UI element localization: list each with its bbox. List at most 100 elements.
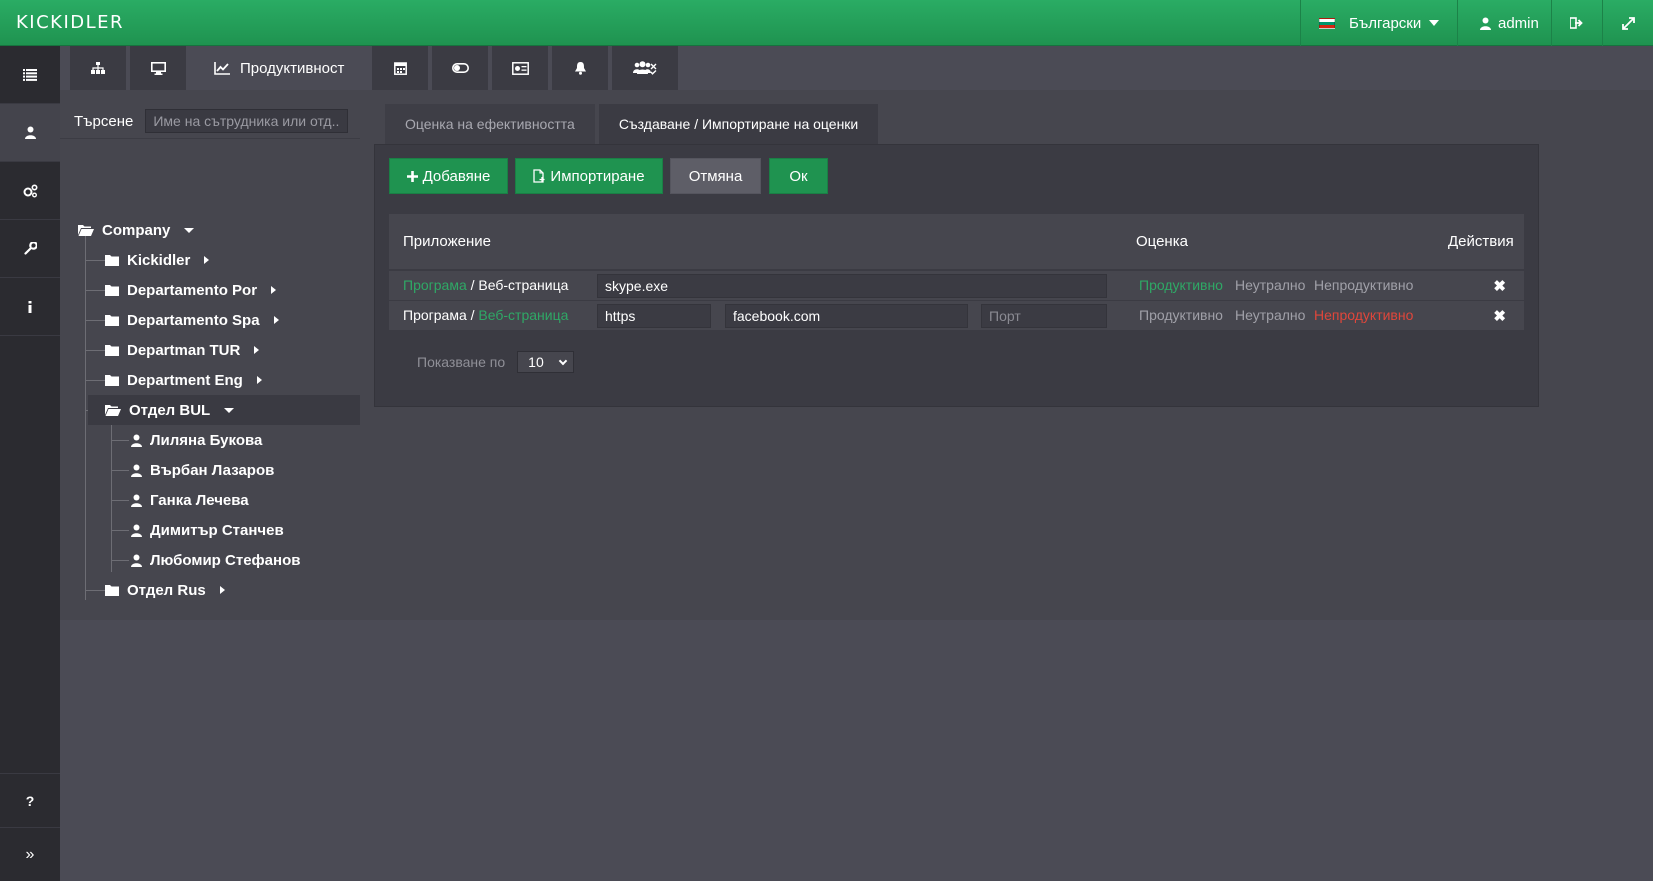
tree-node-department[interactable]: Departamento Spa — [105, 305, 279, 335]
user-menu[interactable]: admin — [1457, 0, 1551, 46]
type-program-option[interactable]: Програма — [403, 277, 467, 293]
tree-line — [111, 401, 112, 572]
fullscreen-button[interactable] — [1602, 0, 1653, 46]
delete-row-icon[interactable]: ✖ — [1493, 277, 1506, 295]
tree-line — [85, 320, 105, 321]
add-button[interactable]: Добавяне — [389, 158, 508, 194]
rating-neutral[interactable]: Неутрално — [1235, 307, 1305, 323]
import-button[interactable]: Импортиране — [515, 158, 663, 194]
ok-button[interactable]: Ок — [769, 158, 828, 194]
logo[interactable]: KICKIDLER — [16, 12, 124, 33]
users-check-icon — [633, 61, 657, 75]
caret-down-icon — [184, 227, 195, 233]
col-actions: Действия — [1448, 233, 1514, 250]
program-name-input[interactable] — [597, 274, 1107, 298]
delete-row-icon[interactable]: ✖ — [1493, 307, 1506, 325]
tree-line — [85, 350, 105, 351]
user-icon — [131, 524, 142, 537]
add-button-label: Добавяне — [422, 167, 491, 185]
tree-node-label: Ганка Лечева — [150, 491, 249, 509]
tool-toggle[interactable] — [432, 46, 489, 90]
folder-icon — [105, 315, 119, 326]
tool-productivity[interactable]: Продуктивност — [190, 46, 369, 90]
caret-right-icon — [273, 316, 279, 324]
type-program-option[interactable]: Програма — [403, 307, 467, 323]
nav-employees[interactable] — [0, 104, 60, 162]
caret-right-icon — [256, 376, 262, 384]
tree-node-department[interactable]: Kickidler — [105, 245, 210, 275]
tree-line — [85, 590, 105, 591]
row-type-switch: Програма / Веб-страница — [403, 277, 568, 293]
tree-node-label: Отдел BUL — [129, 401, 211, 419]
tree-node-employee[interactable]: Лиляна Букова — [131, 425, 262, 455]
cancel-button[interactable]: Отмяна — [670, 158, 761, 194]
tree-node-employee[interactable]: Димитър Станчев — [131, 515, 284, 545]
tree-node-employee[interactable]: Ганка Лечева — [131, 485, 249, 515]
calendar-icon — [393, 62, 407, 75]
rating-unproductive[interactable]: Непродуктивно — [1314, 277, 1413, 293]
tree-node-department[interactable]: Department Eng — [105, 365, 262, 395]
table-row: Програма / Веб-страница Продуктивно Неут… — [389, 270, 1524, 300]
search-input[interactable] — [145, 109, 349, 133]
tree-node-employee[interactable]: Любомир Стефанов — [131, 545, 300, 575]
tree-node-department[interactable]: Departamento Por — [105, 275, 277, 305]
folder-icon — [105, 585, 119, 596]
rating-productive[interactable]: Продуктивно — [1139, 307, 1223, 323]
tool-report[interactable] — [492, 46, 549, 90]
user-icon — [131, 494, 142, 507]
nav-help[interactable]: ? — [0, 773, 60, 827]
page-size-select[interactable]: 10 — [517, 351, 575, 373]
caret-right-icon — [271, 286, 277, 294]
tree-node-department-selected[interactable]: Отдел BUL — [105, 395, 235, 425]
nav-tools[interactable] — [0, 220, 60, 278]
tab-create-import[interactable]: Създаване / Импортиране на оценки — [598, 104, 879, 144]
domain-input[interactable] — [725, 304, 968, 328]
tool-productivity-label: Продуктивност — [240, 59, 345, 77]
rating-tabs: Оценка на ефективността Създаване / Импо… — [385, 104, 879, 144]
tree-node-label: Departman TUR — [127, 341, 241, 359]
nav-collapse[interactable]: » — [0, 827, 60, 881]
tool-monitor[interactable] — [130, 46, 186, 90]
page-size-label: Показване по — [417, 354, 506, 370]
type-website-option[interactable]: Веб-страница — [478, 307, 568, 323]
caret-right-icon — [204, 256, 210, 264]
tool-structure[interactable] — [70, 46, 126, 90]
tree-node-department[interactable]: Отдел Rus — [105, 575, 225, 605]
tree-node-label: Любомир Стефанов — [150, 551, 301, 569]
nav-settings[interactable] — [0, 162, 60, 220]
user-icon — [131, 554, 142, 567]
rating-neutral[interactable]: Неутрално — [1235, 277, 1305, 293]
tab-efficiency[interactable]: Оценка на ефективността — [385, 104, 595, 144]
tool-user-group[interactable] — [612, 46, 679, 90]
toggle-icon — [451, 63, 469, 73]
user-icon — [24, 126, 36, 139]
tree-line — [111, 530, 129, 531]
tool-calendar[interactable] — [372, 46, 429, 90]
search-label: Търсене — [74, 112, 134, 130]
divider — [60, 138, 360, 139]
list-icon — [23, 68, 37, 81]
folder-open-icon — [78, 225, 94, 236]
tree-node-employee[interactable]: Върбан Лазаров — [131, 455, 274, 485]
expand-icon — [1621, 16, 1635, 30]
caret-right-icon — [219, 586, 225, 594]
rating-unproductive[interactable]: Непродуктивно — [1314, 307, 1413, 323]
caret-right-icon — [254, 346, 260, 354]
nav-info[interactable] — [0, 278, 60, 336]
language-selector[interactable]: Български — [1300, 0, 1457, 46]
rating-productive[interactable]: Продуктивно — [1139, 277, 1223, 293]
row-type-switch: Програма / Веб-страница — [403, 307, 568, 323]
logout-button[interactable] — [1551, 0, 1602, 46]
bulgaria-flag-icon — [1319, 17, 1335, 29]
protocol-input[interactable] — [597, 304, 711, 328]
port-input[interactable] — [981, 304, 1107, 328]
tree-line — [85, 380, 105, 381]
plus-icon — [406, 170, 418, 182]
nav-list[interactable] — [0, 46, 60, 104]
tree-node-department[interactable]: Departman TUR — [105, 335, 260, 365]
type-website-option[interactable]: Веб-страница — [478, 277, 568, 293]
tree-node-company[interactable]: Company — [78, 215, 195, 245]
tool-notifications[interactable] — [552, 46, 609, 90]
table-row: Програма / Веб-страница Продуктивно Неут… — [389, 300, 1524, 330]
left-nav: ? » — [0, 46, 60, 881]
